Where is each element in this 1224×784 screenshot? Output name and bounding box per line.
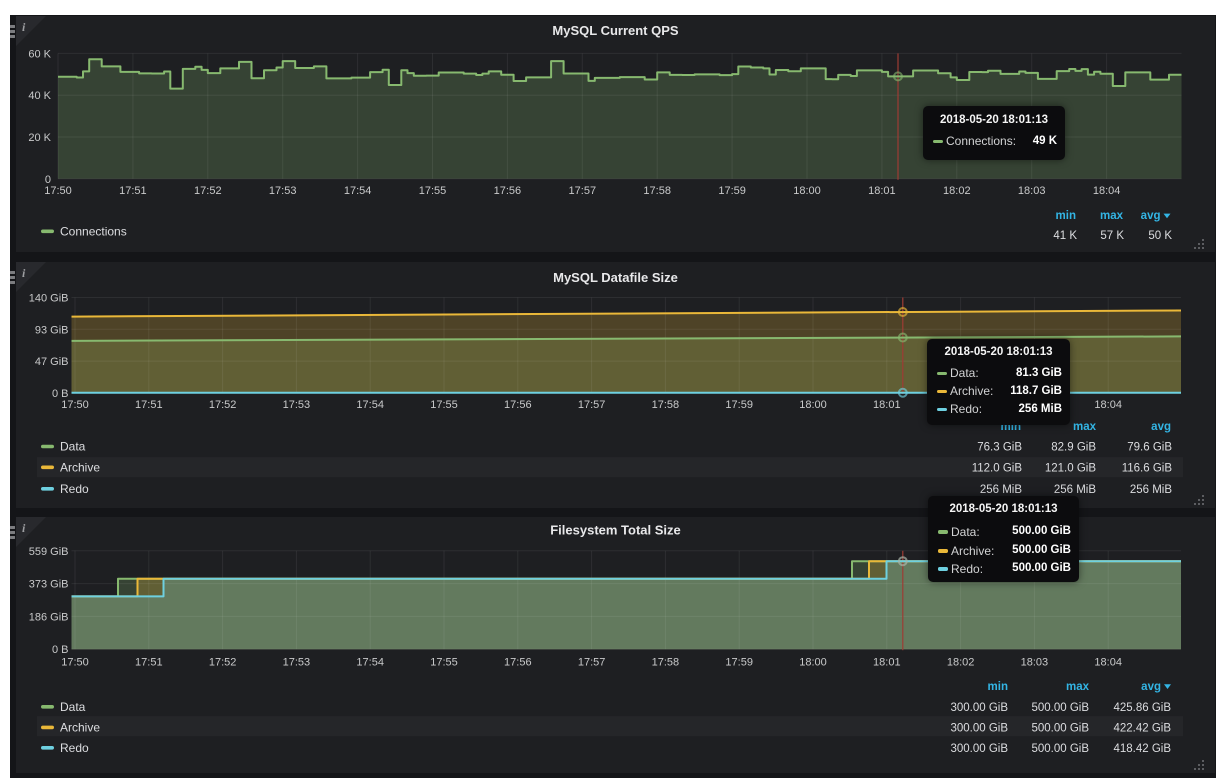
svg-text:17:55: 17:55 xyxy=(430,399,458,411)
svg-text:17:51: 17:51 xyxy=(135,657,163,669)
svg-text:17:57: 17:57 xyxy=(578,399,606,411)
svg-text:47 GiB: 47 GiB xyxy=(35,356,69,368)
svg-text:Archive: Archive xyxy=(60,461,100,475)
svg-text:425.86 GiB: 425.86 GiB xyxy=(1113,702,1171,714)
svg-text:max: max xyxy=(1066,681,1090,693)
svg-text:17:56: 17:56 xyxy=(494,185,522,197)
svg-text:50 K: 50 K xyxy=(1148,230,1172,242)
svg-text:17:55: 17:55 xyxy=(419,185,447,197)
svg-text:18:02: 18:02 xyxy=(943,185,971,197)
svg-text:0 B: 0 B xyxy=(52,644,69,656)
svg-text:avg: avg xyxy=(1151,421,1171,433)
svg-text:18:04: 18:04 xyxy=(1094,657,1122,669)
svg-text:20 K: 20 K xyxy=(28,132,51,144)
svg-text:17:59: 17:59 xyxy=(718,185,746,197)
svg-text:17:59: 17:59 xyxy=(725,399,753,411)
svg-text:300.00 GiB: 300.00 GiB xyxy=(950,743,1008,755)
svg-text:17:51: 17:51 xyxy=(135,399,163,411)
svg-text:Redo: Redo xyxy=(60,482,89,496)
svg-text:112.0 GiB: 112.0 GiB xyxy=(972,463,1023,475)
svg-text:559 GiB: 559 GiB xyxy=(29,546,69,558)
svg-text:18:00: 18:00 xyxy=(799,657,827,669)
svg-text:140 GiB: 140 GiB xyxy=(29,293,69,305)
svg-text:500.00 GiB: 500.00 GiB xyxy=(1031,743,1089,755)
svg-text:17:55: 17:55 xyxy=(430,657,458,669)
svg-text:min: min xyxy=(988,681,1008,693)
svg-text:17:53: 17:53 xyxy=(283,399,311,411)
svg-text:17:58: 17:58 xyxy=(652,657,680,669)
svg-text:79.6 GiB: 79.6 GiB xyxy=(1127,442,1172,454)
svg-text:17:50: 17:50 xyxy=(61,399,89,411)
svg-text:18:03: 18:03 xyxy=(1021,657,1049,669)
svg-text:18:03: 18:03 xyxy=(1018,185,1046,197)
svg-text:186 GiB: 186 GiB xyxy=(29,611,69,623)
svg-text:Data: Data xyxy=(60,700,86,714)
svg-text:82.9 GiB: 82.9 GiB xyxy=(1051,442,1096,454)
svg-text:17:50: 17:50 xyxy=(61,657,89,669)
svg-text:max: max xyxy=(1073,421,1097,433)
svg-text:18:02: 18:02 xyxy=(947,657,975,669)
svg-text:17:57: 17:57 xyxy=(569,185,597,197)
svg-text:40 K: 40 K xyxy=(28,90,51,102)
svg-text:18:04: 18:04 xyxy=(1094,399,1122,411)
svg-text:500.00 GiB: 500.00 GiB xyxy=(1031,723,1089,735)
svg-text:Archive: Archive xyxy=(60,721,100,735)
svg-text:min: min xyxy=(1056,210,1076,222)
svg-text:17:56: 17:56 xyxy=(504,399,532,411)
svg-text:373 GiB: 373 GiB xyxy=(29,579,69,591)
svg-text:256 MiB: 256 MiB xyxy=(1130,484,1173,496)
svg-text:18:00: 18:00 xyxy=(793,185,821,197)
svg-text:avg: avg xyxy=(1141,210,1161,222)
svg-text:57 K: 57 K xyxy=(1100,230,1124,242)
svg-text:Redo: Redo xyxy=(60,741,89,755)
svg-text:17:58: 17:58 xyxy=(652,399,680,411)
svg-text:500.00 GiB: 500.00 GiB xyxy=(1031,702,1089,714)
svg-text:76.3 GiB: 76.3 GiB xyxy=(977,442,1022,454)
svg-text:17:53: 17:53 xyxy=(283,657,311,669)
svg-text:17:58: 17:58 xyxy=(643,185,671,197)
svg-text:121.0 GiB: 121.0 GiB xyxy=(1045,463,1096,475)
svg-text:256 MiB: 256 MiB xyxy=(980,484,1023,496)
svg-text:Data: Data xyxy=(60,440,86,454)
svg-text:17:52: 17:52 xyxy=(209,399,237,411)
svg-text:17:52: 17:52 xyxy=(209,657,237,669)
svg-text:17:54: 17:54 xyxy=(356,657,384,669)
svg-text:max: max xyxy=(1100,210,1124,222)
svg-text:93 GiB: 93 GiB xyxy=(35,324,69,336)
svg-text:300.00 GiB: 300.00 GiB xyxy=(950,702,1008,714)
svg-text:17:50: 17:50 xyxy=(44,185,72,197)
svg-text:60 K: 60 K xyxy=(28,48,51,60)
svg-text:418.42 GiB: 418.42 GiB xyxy=(1113,743,1171,755)
svg-text:18:01: 18:01 xyxy=(868,185,896,197)
svg-text:17:51: 17:51 xyxy=(119,185,147,197)
svg-text:avg: avg xyxy=(1141,681,1161,693)
svg-text:18:04: 18:04 xyxy=(1093,185,1121,197)
svg-text:17:59: 17:59 xyxy=(725,657,753,669)
svg-text:Filesystem Total Size: Filesystem Total Size xyxy=(550,523,681,538)
svg-text:17:57: 17:57 xyxy=(578,657,606,669)
svg-text:422.42 GiB: 422.42 GiB xyxy=(1113,723,1171,735)
svg-text:17:54: 17:54 xyxy=(344,185,372,197)
svg-text:0: 0 xyxy=(45,174,51,186)
svg-text:Connections: Connections xyxy=(60,225,127,239)
svg-text:17:53: 17:53 xyxy=(269,185,297,197)
svg-text:18:00: 18:00 xyxy=(799,399,827,411)
svg-text:18:01: 18:01 xyxy=(873,399,901,411)
svg-text:18:01: 18:01 xyxy=(873,657,901,669)
svg-text:17:52: 17:52 xyxy=(194,185,222,197)
svg-text:MySQL Datafile Size: MySQL Datafile Size xyxy=(553,270,678,285)
svg-text:116.6 GiB: 116.6 GiB xyxy=(1122,463,1173,475)
svg-text:256 MiB: 256 MiB xyxy=(1054,484,1097,496)
svg-text:41 K: 41 K xyxy=(1053,230,1077,242)
svg-text:300.00 GiB: 300.00 GiB xyxy=(950,723,1008,735)
svg-text:17:56: 17:56 xyxy=(504,657,532,669)
svg-text:17:54: 17:54 xyxy=(356,399,384,411)
svg-text:MySQL Current QPS: MySQL Current QPS xyxy=(552,23,679,38)
